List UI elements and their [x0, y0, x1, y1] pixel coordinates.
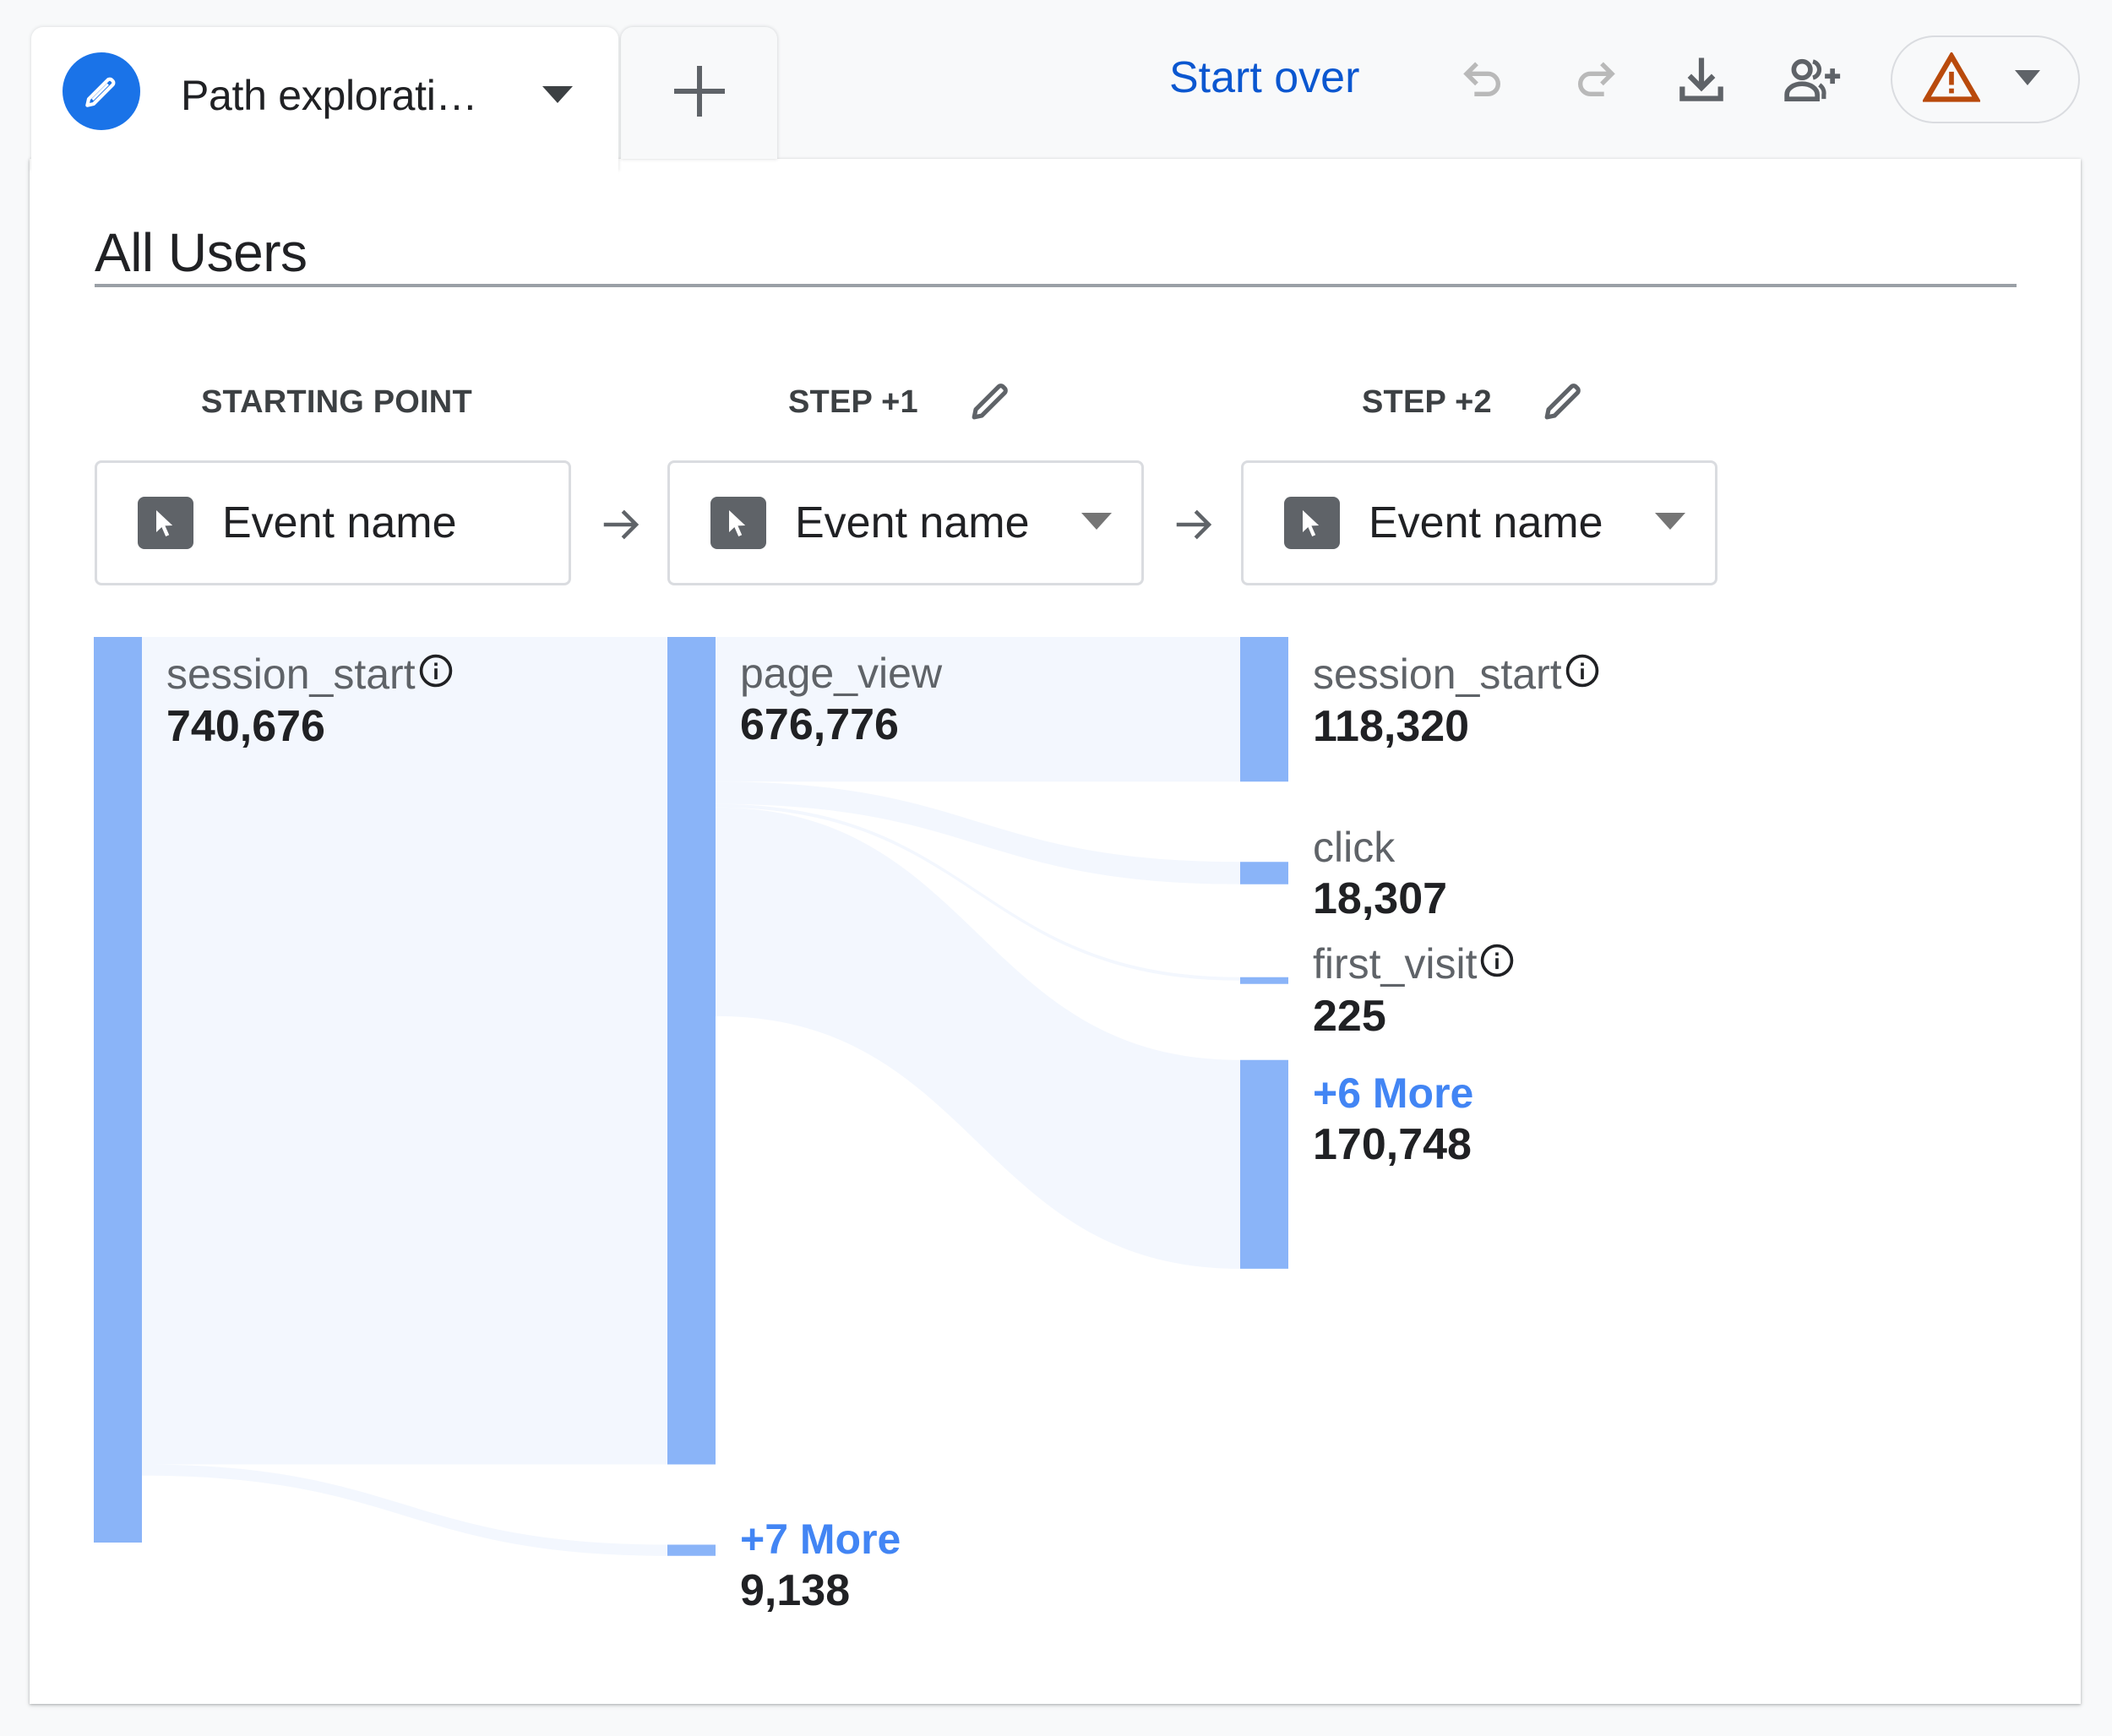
- node-value: 225: [1313, 991, 1386, 1041]
- sankey-node-bar[interactable]: [1240, 862, 1288, 884]
- node-value: 676,776: [740, 700, 899, 749]
- node-name-text: click: [1313, 824, 1396, 872]
- node-name-text: session_start: [1313, 650, 1562, 698]
- node-name-text: +6 More: [1313, 1069, 1474, 1117]
- node-name-text: session_start: [166, 650, 416, 698]
- node-name: session_start: [166, 652, 455, 696]
- node-name: first_visit: [1313, 942, 1516, 986]
- node-name-text: page_view: [740, 650, 943, 697]
- node-name: session_start: [1313, 652, 1601, 696]
- sankey-node-label[interactable]: session_start 740,676: [166, 652, 455, 748]
- sankey-node-bar[interactable]: [667, 1544, 716, 1556]
- node-value: 170,748: [1313, 1119, 1472, 1169]
- path-sankey-chart: [94, 637, 1288, 1556]
- sankey-link-session-start-to-page-view[interactable]: [142, 637, 667, 1465]
- sankey-node-bar[interactable]: [1240, 977, 1288, 984]
- node-name: click: [1313, 826, 1447, 868]
- more-nodes-link[interactable]: +6 More: [1313, 1072, 1473, 1114]
- sankey-node-label[interactable]: page_view 676,776: [740, 652, 942, 747]
- node-value: 740,676: [166, 702, 325, 751]
- node-value: 9,138: [740, 1565, 851, 1615]
- node-name: page_view: [740, 652, 942, 694]
- node-name-text: first_visit: [1313, 939, 1478, 988]
- info-icon[interactable]: [1564, 652, 1601, 696]
- sankey-node-label[interactable]: click 18,307: [1313, 826, 1447, 921]
- sankey-node-label[interactable]: +7 More 9,138: [740, 1518, 901, 1613]
- sankey-node-label[interactable]: +6 More 170,748: [1313, 1072, 1473, 1167]
- sankey-node-bar[interactable]: [1240, 1059, 1288, 1269]
- node-value: 118,320: [1313, 702, 1470, 751]
- sankey-node-bar[interactable]: [667, 637, 716, 1465]
- more-nodes-link[interactable]: +7 More: [740, 1518, 901, 1560]
- info-icon[interactable]: [1478, 942, 1516, 986]
- node-name-text: +7 More: [740, 1515, 901, 1563]
- sankey-link-session-start-to--7-More[interactable]: [142, 1464, 667, 1556]
- sankey-node-bar[interactable]: [1240, 637, 1288, 782]
- sankey-node-label[interactable]: first_visit 225: [1313, 942, 1516, 1038]
- info-icon[interactable]: [417, 652, 455, 696]
- node-value: 18,307: [1313, 874, 1448, 924]
- sankey-node-label[interactable]: session_start 118,320: [1313, 652, 1601, 748]
- sankey-node-bar[interactable]: [94, 637, 142, 1543]
